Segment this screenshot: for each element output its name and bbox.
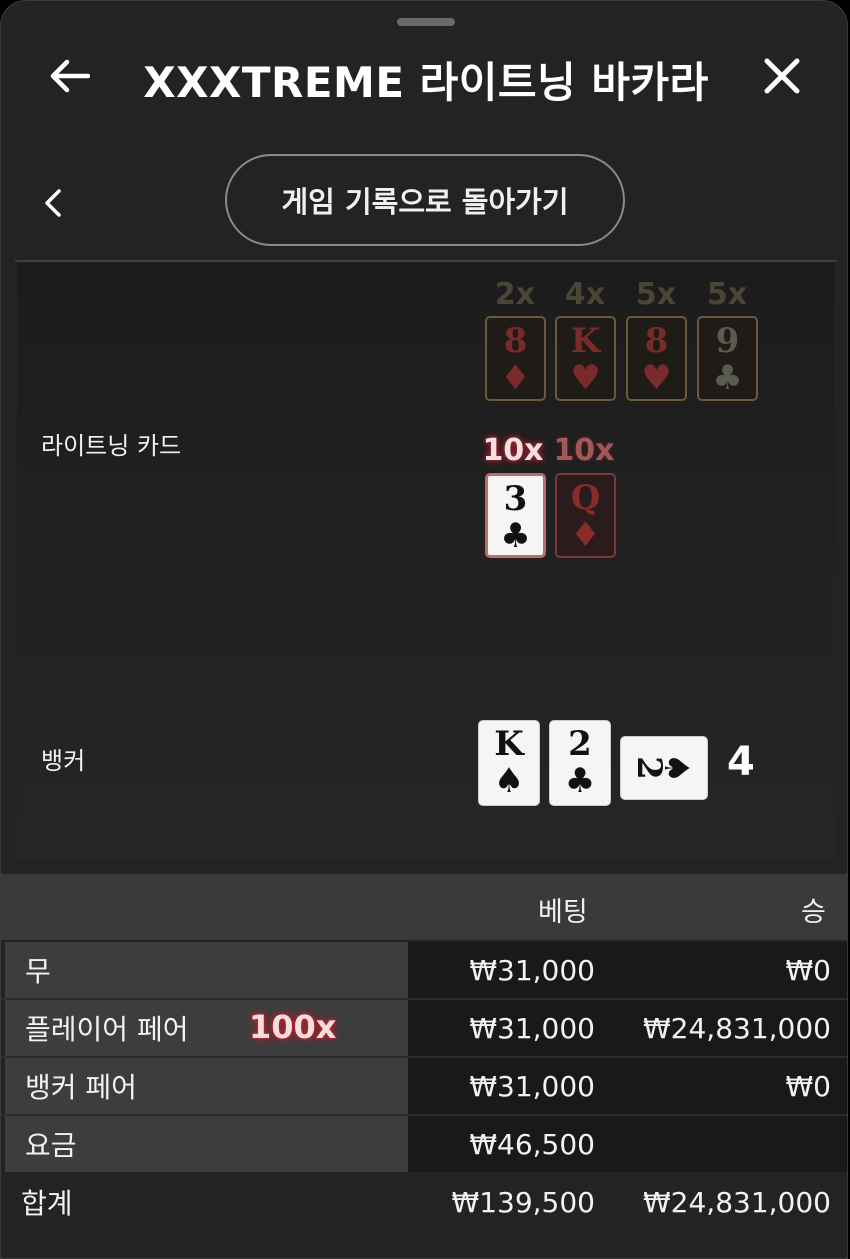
chevron-left-icon: [45, 189, 61, 217]
table-row: 플레이어 페어 100x ₩31,000 ₩24,831,000: [1, 1000, 847, 1056]
game-result-sheet: XXXTREME 라이트닝 바카라 게임 기록으로 돌아가기 라이트닝 카드 2…: [0, 0, 848, 1259]
lightning-multiplier-hit: 10x: [482, 433, 544, 468]
column-header-bet: 베팅: [538, 897, 588, 928]
table-row: 뱅커 페어 ₩31,000 ₩0: [1, 1058, 847, 1114]
row-label: 뱅커 페어: [5, 1058, 408, 1114]
page-title: XXXTREME 라이트닝 바카라: [143, 58, 709, 107]
table-header: 베팅 승: [1, 874, 847, 940]
arrow-left-icon: [50, 59, 90, 93]
banker-label: 뱅커: [41, 747, 86, 775]
lightning-card: 9 ♣: [697, 316, 758, 401]
drag-handle[interactable]: [397, 18, 455, 26]
table-row: 무 ₩31,000 ₩0: [1, 942, 847, 998]
diamond-suit-icon: ♦: [500, 358, 531, 398]
bet-amount: ₩31,000: [469, 1069, 595, 1103]
diamond-suit-icon: ♦: [570, 515, 601, 555]
back-to-history-button[interactable]: 게임 기록으로 돌아가기: [225, 154, 625, 246]
row-label: 요금: [5, 1116, 408, 1172]
total-win-amount: ₩24,831,000: [642, 1185, 831, 1219]
row-label: 플레이어 페어: [5, 1000, 408, 1056]
card-rank: Q: [570, 478, 601, 518]
total-row: 합계 ₩139,500 ₩24,831,000: [1, 1172, 847, 1232]
card-rank: K: [570, 321, 601, 361]
lightning-multiplier: 4x: [564, 277, 606, 312]
club-suit-icon: ♣: [564, 761, 596, 801]
lightning-multiplier: 2x: [494, 277, 536, 312]
total-label: 합계: [21, 1187, 73, 1220]
lightning-multiplier: 5x: [706, 277, 748, 312]
banker-card: K ♠: [478, 720, 540, 806]
win-amount: ₩0: [785, 953, 832, 987]
spade-suit-icon: ♠: [655, 752, 696, 784]
back-button[interactable]: [47, 53, 93, 99]
spade-suit-icon: ♠: [493, 761, 525, 801]
previous-round-button[interactable]: [37, 183, 69, 223]
card-rank: 2: [568, 724, 592, 764]
card-rank: 8: [644, 321, 669, 361]
heart-suit-icon: ♥: [570, 358, 601, 398]
lightning-card: 8 ♦: [485, 316, 546, 401]
lightning-card-hit: 3 ♣: [485, 473, 546, 558]
lightning-card: K ♥: [555, 316, 616, 401]
lightning-card: 8 ♥: [626, 316, 687, 401]
lightning-multiplier: 10x: [553, 433, 615, 468]
column-header-win: 승: [801, 897, 826, 928]
lightning-multiplier: 5x: [635, 277, 677, 312]
lightning-card: Q ♦: [555, 473, 616, 558]
row-label: 무: [5, 942, 408, 998]
banker-score: 4: [727, 739, 755, 785]
bet-amount: ₩31,000: [469, 1011, 595, 1045]
table-row: 요금 ₩46,500: [1, 1116, 847, 1172]
win-amount: ₩24,831,000: [642, 1011, 831, 1045]
card-rank: 9: [715, 321, 740, 361]
card-rank: K: [494, 724, 524, 764]
multiplier-badge: 100x: [249, 1008, 337, 1046]
club-suit-icon: ♣: [500, 516, 531, 556]
bet-amount: ₩31,000: [469, 953, 595, 987]
win-amount: ₩0: [785, 1069, 832, 1103]
banker-third-card: 2 ♠: [620, 736, 708, 800]
club-suit-icon: ♣: [712, 358, 743, 398]
close-icon: [764, 58, 800, 94]
banker-card: 2 ♣: [549, 720, 611, 806]
card-rank: 8: [503, 321, 528, 361]
close-button[interactable]: [759, 53, 805, 99]
total-bet-amount: ₩139,500: [451, 1185, 595, 1219]
bet-amount: ₩46,500: [469, 1127, 595, 1161]
card-rank: 3: [503, 479, 528, 519]
heart-suit-icon: ♥: [641, 358, 672, 398]
lightning-cards-label: 라이트닝 카드: [41, 432, 182, 460]
